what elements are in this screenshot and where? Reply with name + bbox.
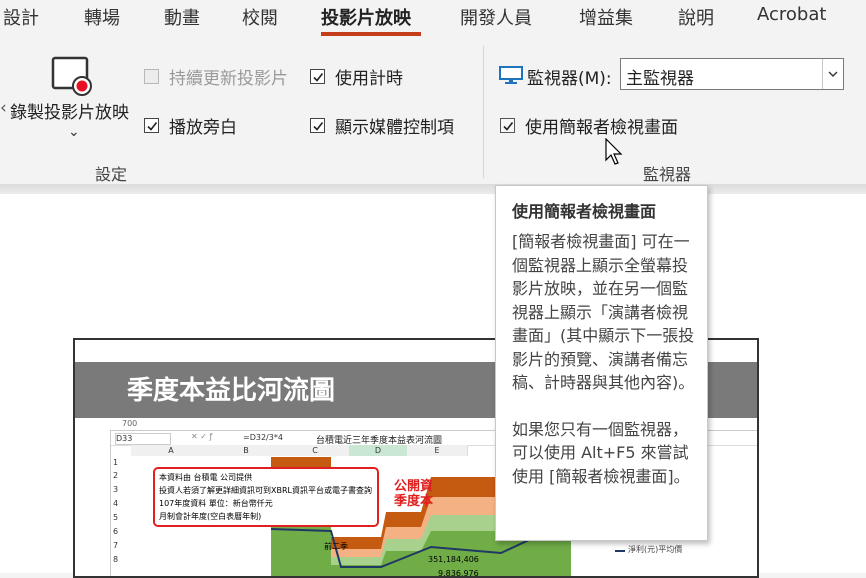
checkbox-box bbox=[500, 118, 515, 133]
tab-transitions[interactable]: 轉場 bbox=[84, 4, 120, 30]
setup-group-label: 設定 bbox=[95, 165, 128, 184]
tab-slide-show[interactable]: 投影片放映 bbox=[321, 4, 411, 30]
chevron-down-icon[interactable] bbox=[822, 59, 843, 89]
cell-reference: D33 bbox=[115, 433, 171, 445]
tooltip-body: [簡報者檢視畫面] 可在一個監視器上顯示全螢幕投影片放映，並在另一個監視器上顯示… bbox=[512, 230, 698, 488]
slide-title: 季度本益比河流圖 bbox=[127, 376, 336, 406]
checkmark-icon bbox=[312, 72, 323, 82]
group-separator bbox=[483, 46, 484, 178]
note-line: 107年度資料 單位：新台幣仟元 bbox=[159, 499, 273, 508]
red-annotation-line: 季度本 bbox=[394, 494, 434, 509]
checkmark-icon bbox=[146, 121, 157, 131]
checkbox-box bbox=[144, 69, 159, 84]
monitor-select[interactable]: 主監視器 bbox=[620, 58, 844, 90]
data-source-note: 本資料由 台積電 公司提供 投資人若須了解更詳細資訊可到XBRL資訊平台或電子書… bbox=[153, 467, 379, 527]
row-number: 1 bbox=[113, 458, 119, 467]
legend-swatch bbox=[615, 550, 625, 552]
column-header: D bbox=[349, 445, 408, 456]
checkmark-icon bbox=[312, 121, 323, 131]
active-tab-indicator bbox=[321, 32, 421, 36]
tab-add-ins[interactable]: 增益集 bbox=[579, 4, 633, 30]
monitors-group-label: 監視器 bbox=[643, 165, 692, 184]
tab-animations[interactable]: 動畫 bbox=[164, 4, 200, 30]
row-number: 3 bbox=[113, 485, 119, 494]
monitor-select-value: 主監視器 bbox=[626, 69, 694, 89]
legend-label: 淨利(元)平均價 bbox=[628, 545, 683, 554]
record-slide-show-icon bbox=[51, 56, 92, 96]
formula-text: =D32/3*4 bbox=[243, 433, 283, 442]
tab-developer[interactable]: 開發人員 bbox=[460, 4, 532, 30]
show-media-controls-checkbox[interactable]: 顯示媒體控制項 bbox=[310, 113, 454, 138]
note-line: 本資料由 台積電 公司提供 bbox=[159, 473, 253, 482]
row-number: 5 bbox=[113, 513, 119, 522]
checkbox-label: 使用計時 bbox=[335, 69, 403, 89]
tooltip-title: 使用簡報者檢視畫面 bbox=[512, 202, 657, 221]
red-annotation-line: 公開資 bbox=[394, 479, 434, 494]
monitor-label: 監視器(M): bbox=[527, 69, 612, 89]
y-axis-tick: 700 bbox=[122, 419, 138, 428]
column-header: C bbox=[281, 445, 350, 456]
row-number: 2 bbox=[113, 471, 119, 480]
monitor-icon bbox=[499, 66, 523, 84]
cell-value: 351,184,406 bbox=[428, 555, 479, 564]
tab-acrobat[interactable]: Acrobat bbox=[757, 4, 826, 25]
formula-icons: ✕ ✓ ƒ bbox=[191, 432, 213, 441]
ribbon-shadow bbox=[0, 184, 866, 194]
column-header: B bbox=[211, 445, 282, 456]
mouse-pointer-icon bbox=[605, 138, 623, 165]
checkbox-box bbox=[310, 118, 325, 133]
presenter-view-tooltip: 使用簡報者檢視畫面 [簡報者檢視畫面] 可在一個監視器上顯示全螢幕投影片放映，並… bbox=[495, 185, 708, 541]
tab-help[interactable]: 說明 bbox=[678, 4, 714, 30]
checkmark-icon bbox=[502, 121, 513, 131]
use-timings-checkbox[interactable]: 使用計時 bbox=[310, 64, 403, 89]
cell-value: 9,836,976 bbox=[438, 569, 479, 578]
tooltip-paragraph: 如果您只有一個監視器，可以使用 Alt+F5 來嘗試使用 [簡報者檢視畫面]。 bbox=[512, 419, 690, 486]
tab-design[interactable]: 設計 bbox=[3, 4, 39, 30]
segment-label: 前二季 bbox=[324, 542, 348, 551]
play-narrations-checkbox[interactable]: 播放旁白 bbox=[144, 113, 237, 138]
tooltip-paragraph: [簡報者檢視畫面] 可在一個監視器上顯示全螢幕投影片放映，並在另一個監視器上顯示… bbox=[512, 232, 695, 392]
column-header: A bbox=[131, 445, 212, 456]
checkbox-label: 持續更新投影片 bbox=[169, 69, 288, 89]
checkbox-label: 使用簡報者檢視畫面 bbox=[525, 118, 678, 138]
chevron-down-icon[interactable]: ⌄ bbox=[68, 124, 80, 140]
truncated-left-item: ‹ bbox=[0, 98, 6, 118]
row-number: 6 bbox=[113, 527, 119, 536]
row-number: 8 bbox=[113, 555, 119, 564]
use-presenter-view-checkbox[interactable]: 使用簡報者檢視畫面 bbox=[500, 113, 678, 138]
ribbon-tab-bar: 設計 轉場 動畫 校閱 投影片放映 開發人員 增益集 說明 Acrobat bbox=[0, 0, 866, 40]
tab-review[interactable]: 校閱 bbox=[242, 4, 278, 30]
column-header: E bbox=[407, 445, 468, 456]
row-number: 7 bbox=[113, 541, 119, 550]
checkbox-label: 顯示媒體控制項 bbox=[335, 118, 454, 138]
note-line: 月制會計年度(空白表曆年制) bbox=[159, 512, 262, 521]
keep-slides-updated-checkbox: 持續更新投影片 bbox=[144, 64, 288, 89]
checkbox-box bbox=[310, 69, 325, 84]
red-annotation: 公開資 季度本 bbox=[394, 479, 433, 509]
checkbox-label: 播放旁白 bbox=[169, 118, 237, 138]
checkbox-box bbox=[144, 118, 159, 133]
row-number: 4 bbox=[113, 499, 119, 508]
note-line: 投資人若須了解更詳細資訊可到XBRL資訊平台或電子書查詢 bbox=[159, 486, 372, 495]
record-slide-show-label: 錄製投影片放映 bbox=[10, 103, 129, 123]
